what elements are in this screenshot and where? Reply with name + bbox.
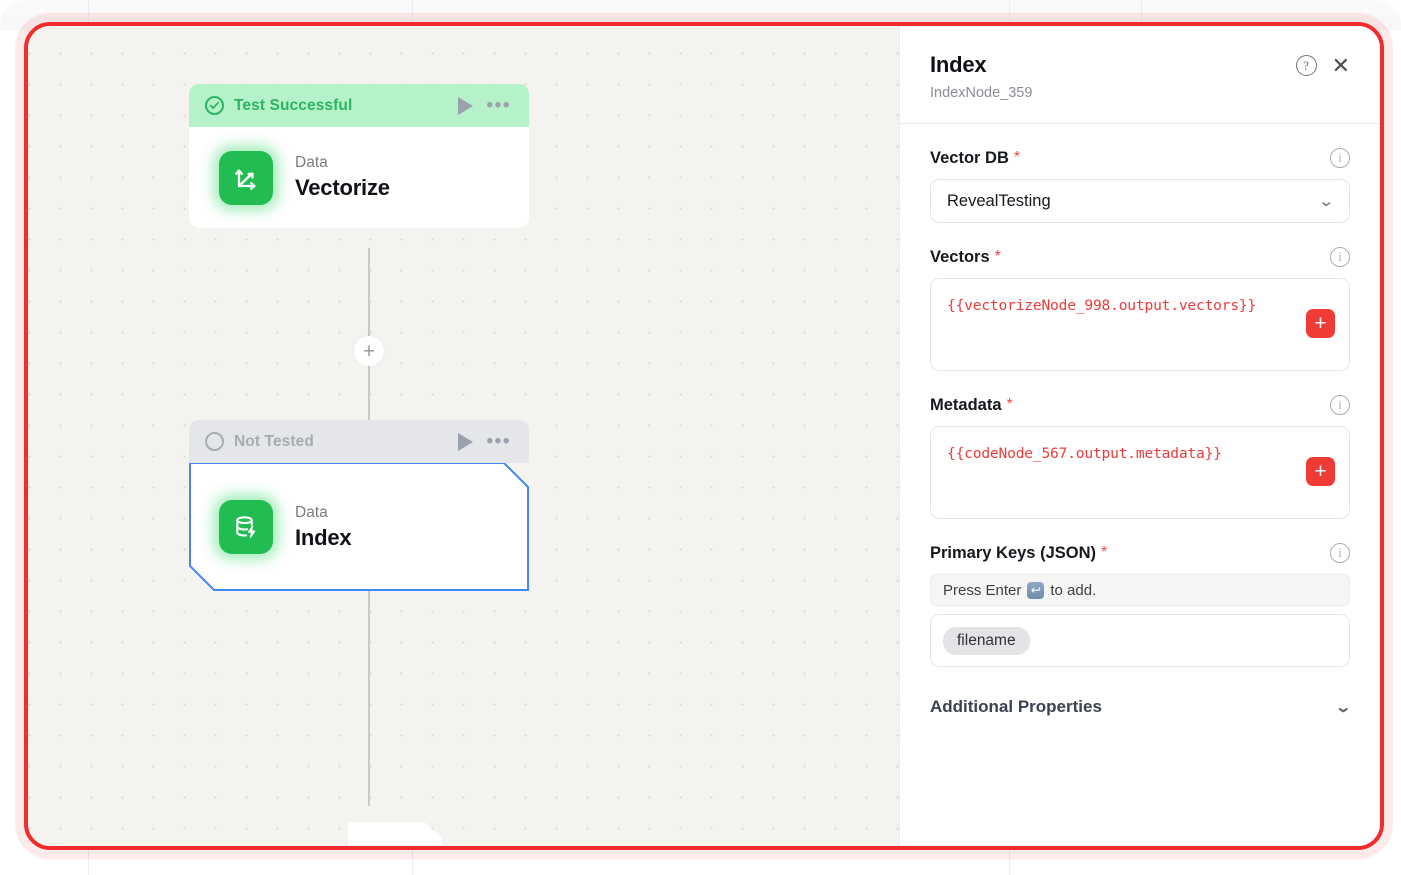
enter-key-icon: ↩ [1027, 581, 1045, 599]
more-options-icon[interactable]: ••• [487, 96, 511, 115]
check-circle-icon [205, 96, 224, 115]
node-status-label: Not Tested [234, 432, 314, 450]
node-body: Data Vectorize [189, 127, 529, 228]
metadata-value: {{codeNode_567.output.metadata}} [947, 445, 1222, 462]
field-vectors: Vectors * i {{vectorizeNode_998.output.v… [930, 247, 1350, 371]
close-icon[interactable]: ✕ [1332, 54, 1350, 76]
info-icon[interactable]: i [1330, 148, 1350, 168]
metadata-input[interactable]: {{codeNode_567.output.metadata}} + [930, 426, 1350, 519]
additional-properties-label: Additional Properties [930, 697, 1102, 716]
primary-keys-hint-prefix: Press Enter [943, 581, 1022, 599]
field-label-row: Primary Keys (JSON) * i [930, 543, 1350, 563]
workflow-node-vectorize[interactable]: Test Successful ••• Data Vectorize [189, 84, 529, 228]
field-metadata: Metadata * i {{codeNode_567.output.metad… [930, 395, 1350, 519]
node-action-group: ••• [457, 432, 511, 451]
node-action-group: ••• [457, 96, 511, 115]
empty-circle-icon [205, 432, 224, 451]
field-label: Metadata [930, 395, 1002, 414]
field-primary-keys: Primary Keys (JSON) * i Press Enter ↩ to… [930, 543, 1350, 667]
required-marker: * [1013, 149, 1021, 166]
primary-keys-chip-list: filename [930, 614, 1350, 667]
panel-header-actions: ? ✕ [1295, 52, 1350, 76]
primary-key-chip[interactable]: filename [943, 626, 1030, 655]
workflow-canvas[interactable]: + Test Successful ••• Data Vectorize Not… [28, 26, 904, 846]
connector-edge [368, 570, 370, 806]
vectors-value: {{vectorizeNode_998.output.vectors}} [947, 297, 1257, 314]
field-label-row: Vectors * i [930, 247, 1350, 267]
question-mark-circle-icon[interactable]: ? [1295, 55, 1317, 76]
node-title: Vectorize [295, 175, 390, 200]
chevron-down-icon: ⌄ [1335, 699, 1353, 716]
add-node-on-edge-button[interactable]: + [354, 336, 384, 366]
add-vectors-button[interactable]: + [1306, 309, 1335, 338]
field-vector-db: Vector DB * i RevealTesting ⌄ [930, 148, 1350, 223]
node-kind-label: Data [295, 503, 328, 521]
primary-keys-input[interactable]: Press Enter ↩ to add. [930, 574, 1350, 606]
vector-axes-icon [219, 150, 273, 205]
node-meta: Data Vectorize [295, 154, 390, 201]
node-kind-label: Data [295, 154, 328, 171]
partial-node-card[interactable] [348, 822, 442, 846]
info-icon[interactable]: i [1330, 247, 1350, 267]
vectors-input[interactable]: {{vectorizeNode_998.output.vectors}} + [930, 278, 1350, 371]
chevron-down-icon: ⌄ [1318, 193, 1336, 210]
field-label: Primary Keys (JSON) [930, 543, 1096, 562]
node-id-label: IndexNode_359 [930, 85, 1033, 101]
field-label-row: Vector DB * i [930, 148, 1350, 168]
info-icon[interactable]: i [1330, 543, 1350, 563]
field-label-row: Metadata * i [930, 395, 1350, 415]
vector-db-selected-value: RevealTesting [947, 191, 1051, 210]
info-icon[interactable]: i [1330, 395, 1350, 415]
more-options-icon[interactable]: ••• [487, 432, 511, 451]
node-body-selected: Data Index [189, 463, 529, 591]
required-marker: * [1101, 544, 1108, 561]
workflow-node-index[interactable]: Not Tested ••• Data Index [189, 420, 529, 591]
node-status-label: Test Successful [234, 96, 353, 114]
additional-properties-accordion[interactable]: Additional Properties ⌄ [930, 697, 1353, 717]
primary-keys-hint-suffix: to add. [1050, 581, 1097, 599]
add-node-button[interactable]: + [366, 848, 422, 850]
add-metadata-button[interactable]: + [1306, 457, 1335, 486]
page-title: Index [930, 52, 987, 77]
highlighted-region: + Test Successful ••• Data Vectorize Not… [24, 22, 1384, 850]
node-status-bar: Not Tested ••• [189, 420, 529, 463]
field-label: Vector DB [930, 148, 1009, 167]
database-bolt-icon [219, 500, 273, 554]
screen: + Test Successful ••• Data Vectorize Not… [0, 0, 1401, 875]
divider [900, 123, 1380, 124]
play-icon[interactable] [457, 96, 473, 115]
play-icon[interactable] [457, 432, 473, 451]
node-title: Index [295, 524, 352, 550]
required-marker: * [1006, 396, 1013, 413]
panel-header: Index IndexNode_359 ? ✕ [930, 52, 1350, 101]
node-properties-panel: Index IndexNode_359 ? ✕ Vector DB * i Re… [900, 26, 1380, 846]
required-marker: * [994, 248, 1001, 265]
field-label: Vectors [930, 247, 990, 266]
node-meta: Data Index [295, 503, 352, 551]
vector-db-select[interactable]: RevealTesting ⌄ [930, 179, 1350, 223]
node-status-bar: Test Successful ••• [189, 84, 529, 127]
